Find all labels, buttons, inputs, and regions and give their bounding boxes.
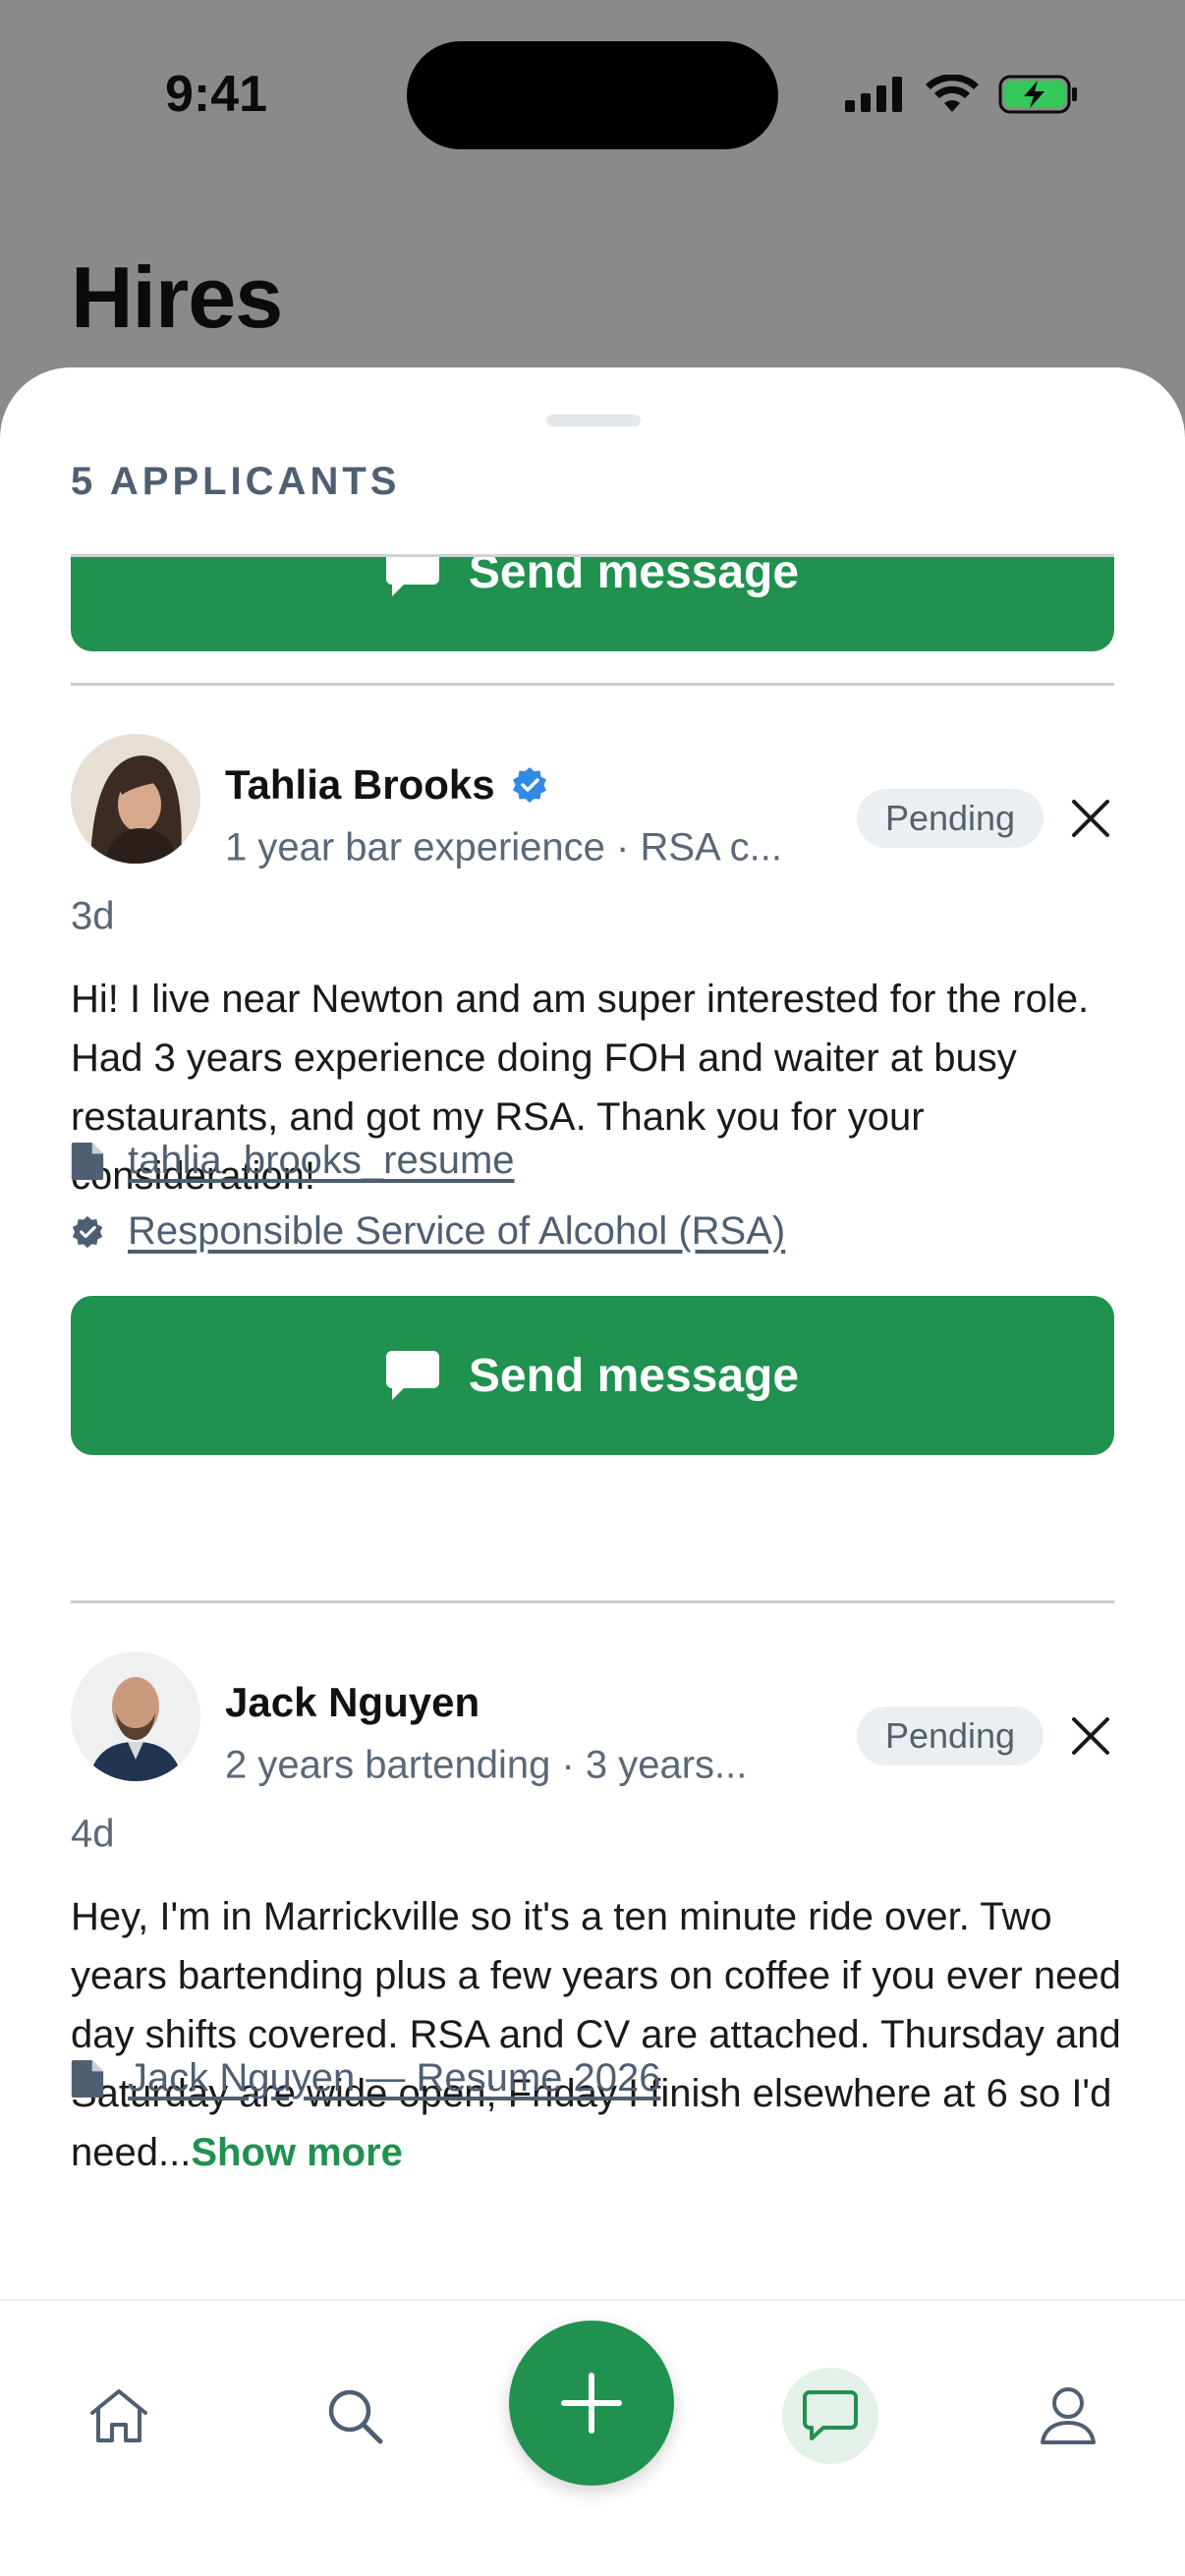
status-badge: Pending <box>857 1707 1044 1765</box>
applicant-message: Hey, I'm in Marrickville so it's a ten m… <box>71 1887 1124 2182</box>
document-icon <box>71 1142 104 1180</box>
battery-charging-icon <box>998 75 1079 119</box>
signal-icon <box>845 77 906 117</box>
applicant-name[interactable]: Jack Nguyen <box>225 1679 480 1726</box>
chat-bubble-icon <box>385 557 439 596</box>
close-icon <box>1072 1717 1109 1755</box>
applicant-divider <box>71 1600 1114 1603</box>
send-message-button[interactable]: Send message <box>71 557 1114 651</box>
applied-time-ago: 4d <box>71 1812 115 1856</box>
applied-time-ago: 3d <box>71 894 115 938</box>
bottom-nav <box>0 2299 1185 2576</box>
nav-home[interactable] <box>65 2362 173 2470</box>
status-time: 9:41 <box>165 66 268 123</box>
chat-bubble-icon <box>385 1351 439 1400</box>
verified-badge-icon <box>512 767 546 803</box>
applicants-sheet: 5 APPLICANTS Send message Tahlia Brooks <box>0 367 1185 2576</box>
applicant-list[interactable]: Send message Tahlia Brooks 1 year bar ex… <box>0 557 1185 2306</box>
attachment-link[interactable]: tahlia_brooks_resume <box>128 1139 515 1183</box>
nav-messages[interactable] <box>776 2362 884 2470</box>
attachment-link[interactable]: Jack Nguyen — Resume 2026 <box>128 2056 661 2100</box>
dynamic-island <box>407 41 778 149</box>
applicant-count-label: 5 APPLICANTS <box>71 460 401 503</box>
document-icon <box>71 2059 104 2098</box>
close-icon <box>1072 800 1109 837</box>
wifi-icon <box>926 74 979 119</box>
applicant-divider <box>71 683 1114 686</box>
attachment-link[interactable]: Responsible Service of Alcohol (RSA) <box>128 1209 785 1254</box>
attachment-resume[interactable]: Jack Nguyen — Resume 2026 <box>71 2056 661 2100</box>
home-icon <box>90 2389 147 2442</box>
chat-icon <box>803 2390 858 2440</box>
dismiss-button[interactable] <box>1065 793 1116 844</box>
avatar[interactable] <box>71 1652 200 1781</box>
attachment-certificate[interactable]: Responsible Service of Alcohol (RSA) <box>71 1209 785 1254</box>
send-message-label: Send message <box>468 557 800 598</box>
applicant-name[interactable]: Tahlia Brooks <box>225 761 548 809</box>
dismiss-button[interactable] <box>1065 1710 1116 1762</box>
show-more-link[interactable]: Show more <box>191 2131 403 2174</box>
profile-icon <box>1041 2387 1096 2444</box>
sheet-grabber[interactable] <box>546 415 641 426</box>
nav-search[interactable] <box>301 2362 409 2470</box>
send-message-label: Send message <box>468 1349 800 1402</box>
search-icon <box>328 2389 383 2444</box>
applicant-summary: 2 years bartending · 3 years... <box>225 1743 748 1787</box>
active-tab-indicator <box>782 2368 878 2464</box>
status-icons <box>845 74 1079 119</box>
create-button[interactable] <box>509 2321 674 2486</box>
applicant-summary: 1 year bar experience · RSA c... <box>225 825 782 869</box>
plus-icon <box>561 2373 622 2434</box>
verified-certificate-icon <box>72 1215 103 1248</box>
status-badge: Pending <box>857 789 1044 848</box>
avatar[interactable] <box>71 734 200 864</box>
send-message-button[interactable]: Send message <box>71 1296 1114 1455</box>
status-bar: 9:41 <box>0 0 1185 196</box>
attachment-resume[interactable]: tahlia_brooks_resume <box>71 1139 515 1183</box>
page-title: Hires <box>71 249 283 346</box>
nav-profile[interactable] <box>1014 2362 1122 2470</box>
